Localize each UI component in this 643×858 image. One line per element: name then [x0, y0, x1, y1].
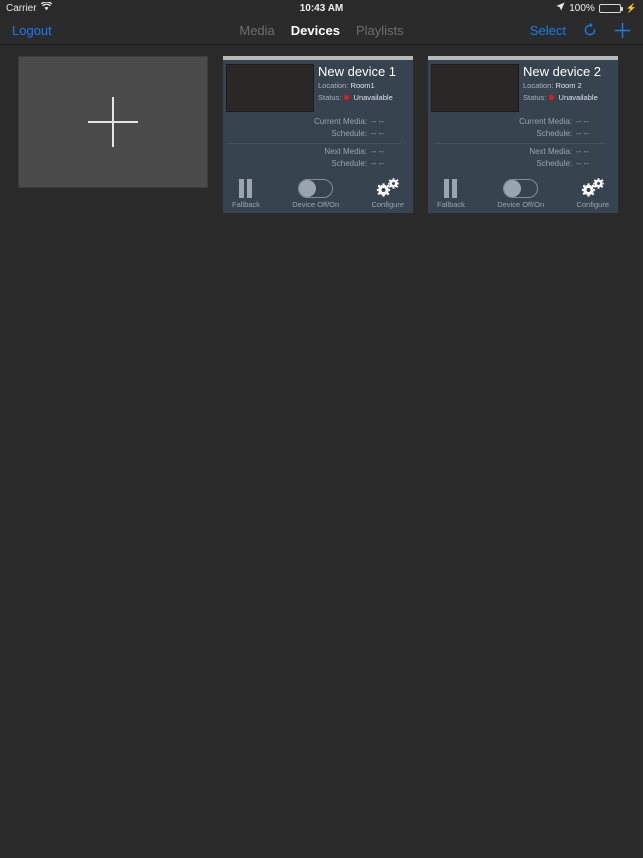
- status-dot-icon: [549, 95, 555, 101]
- status-label: Status:: [318, 92, 342, 102]
- navbar-right: Select: [530, 22, 631, 39]
- location-arrow-icon: [556, 2, 565, 14]
- current-schedule-value: -- --: [371, 129, 384, 139]
- media-divider: [229, 142, 401, 144]
- current-media-label: Current Media:: [314, 117, 367, 126]
- configure-button[interactable]: Configure: [371, 178, 404, 209]
- pause-icon: [239, 178, 253, 198]
- device-header-text: New device 1 Location: Room1 Status: Una…: [318, 64, 408, 112]
- charging-bolt-icon: ⚡: [625, 2, 637, 13]
- gears-icon: [376, 178, 400, 198]
- device-toggle-label: Device Off/On: [292, 199, 340, 209]
- next-media-row: Next Media: -- --: [428, 146, 612, 158]
- status-bar-left: Carrier: [6, 1, 52, 14]
- refresh-icon[interactable]: [582, 22, 598, 38]
- next-schedule-value: -- --: [576, 159, 589, 169]
- status-dot-icon: [344, 95, 350, 101]
- status-bar-right: 100% ⚡: [556, 2, 637, 14]
- carrier-label: Carrier: [6, 2, 37, 14]
- select-button[interactable]: Select: [530, 23, 566, 38]
- fallback-button[interactable]: Fallback: [232, 178, 260, 209]
- current-media-value: -- --: [371, 117, 384, 126]
- current-schedule-row: Schedule: -- --: [428, 128, 612, 140]
- configure-label: Configure: [576, 199, 609, 209]
- next-schedule-row: Schedule: -- --: [223, 158, 407, 170]
- battery-percent-label: 100%: [569, 2, 595, 14]
- toggle-switch-knob: [504, 179, 522, 197]
- current-schedule-label: Schedule:: [331, 129, 367, 139]
- status-bar-clock: 10:43 AM: [299, 2, 344, 14]
- next-schedule-row: Schedule: -- --: [428, 158, 612, 170]
- navigation-bar: Logout Media Devices Playlists Select: [0, 16, 643, 45]
- device-controls: Fallback Device Off/On Configure: [428, 174, 618, 209]
- toggle-switch-knob: [299, 179, 317, 197]
- device-toggle-label: Device Off/On: [497, 199, 545, 209]
- device-name: New device 1: [318, 65, 397, 79]
- tab-media[interactable]: Media: [239, 23, 274, 38]
- gears-icon: [581, 178, 605, 198]
- status-bar: Carrier 10:43 AM 100% ⚡: [0, 0, 643, 16]
- status-label: Status:: [523, 92, 547, 102]
- location-value: Room1: [350, 80, 375, 90]
- device-media-info: Current Media: -- -- Schedule: -- -- Nex…: [223, 112, 413, 171]
- devices-grid: New device 1 Location: Room1 Status: Una…: [0, 45, 643, 857]
- device-controls: Fallback Device Off/On Configure: [223, 174, 413, 209]
- pause-icon: [444, 178, 458, 198]
- device-status-row: Status: Unavailable: [523, 93, 613, 103]
- next-media-label: Next Media:: [529, 146, 572, 156]
- device-thumbnail: [226, 64, 314, 112]
- status-badge: Unavailable: [353, 92, 393, 102]
- device-card-header: New device 2 Location: Room 2 Status: Un…: [428, 60, 618, 112]
- fallback-label: Fallback: [437, 199, 465, 209]
- next-media-value: -- --: [371, 146, 384, 156]
- tab-playlists[interactable]: Playlists: [356, 23, 404, 38]
- media-divider: [434, 142, 606, 144]
- navbar-left: Logout: [12, 23, 52, 38]
- next-schedule-label: Schedule:: [331, 159, 367, 169]
- device-location-row: Location: Room 2: [523, 81, 613, 91]
- location-value: Room 2: [555, 80, 582, 90]
- current-media-row: Current Media: -- --: [223, 116, 407, 128]
- next-schedule-label: Schedule:: [536, 159, 572, 169]
- device-power-toggle[interactable]: Device Off/On: [497, 178, 545, 209]
- next-media-row: Next Media: -- --: [223, 146, 407, 158]
- status-badge: Unavailable: [558, 92, 598, 102]
- fallback-label: Fallback: [232, 199, 260, 209]
- device-media-info: Current Media: -- -- Schedule: -- -- Nex…: [428, 112, 618, 171]
- wifi-icon: [40, 1, 52, 14]
- device-thumbnail: [431, 64, 519, 112]
- device-status-row: Status: Unavailable: [318, 93, 408, 103]
- current-schedule-value: -- --: [576, 129, 589, 139]
- location-label: Location:: [523, 80, 554, 90]
- next-schedule-value: -- --: [371, 159, 384, 169]
- current-schedule-row: Schedule: -- --: [223, 128, 407, 140]
- add-device-tile[interactable]: [18, 56, 208, 188]
- current-media-value: -- --: [576, 117, 589, 126]
- configure-label: Configure: [371, 199, 404, 209]
- device-location-row: Location: Room1: [318, 81, 408, 91]
- battery-icon: [598, 3, 623, 13]
- toggle-switch-track[interactable]: [503, 178, 539, 198]
- tab-devices[interactable]: Devices: [291, 23, 340, 38]
- next-media-label: Next Media:: [324, 146, 367, 156]
- device-card[interactable]: New device 2 Location: Room 2 Status: Un…: [428, 56, 618, 213]
- device-name: New device 2: [523, 65, 602, 79]
- current-media-row: Current Media: -- --: [428, 116, 612, 128]
- plus-icon-horizontal: [88, 121, 138, 123]
- toggle-switch-track[interactable]: [298, 178, 334, 198]
- device-card-header: New device 1 Location: Room1 Status: Una…: [223, 60, 413, 112]
- fallback-button[interactable]: Fallback: [437, 178, 465, 209]
- current-media-label: Current Media:: [519, 117, 572, 126]
- configure-button[interactable]: Configure: [576, 178, 609, 209]
- device-power-toggle[interactable]: Device Off/On: [292, 178, 340, 209]
- next-media-value: -- --: [576, 146, 589, 156]
- device-card[interactable]: New device 1 Location: Room1 Status: Una…: [223, 56, 413, 213]
- device-header-text: New device 2 Location: Room 2 Status: Un…: [523, 64, 613, 112]
- add-device-plus-icon[interactable]: [614, 22, 631, 39]
- location-label: Location:: [318, 80, 349, 90]
- current-schedule-label: Schedule:: [536, 129, 572, 139]
- logout-button[interactable]: Logout: [12, 23, 52, 38]
